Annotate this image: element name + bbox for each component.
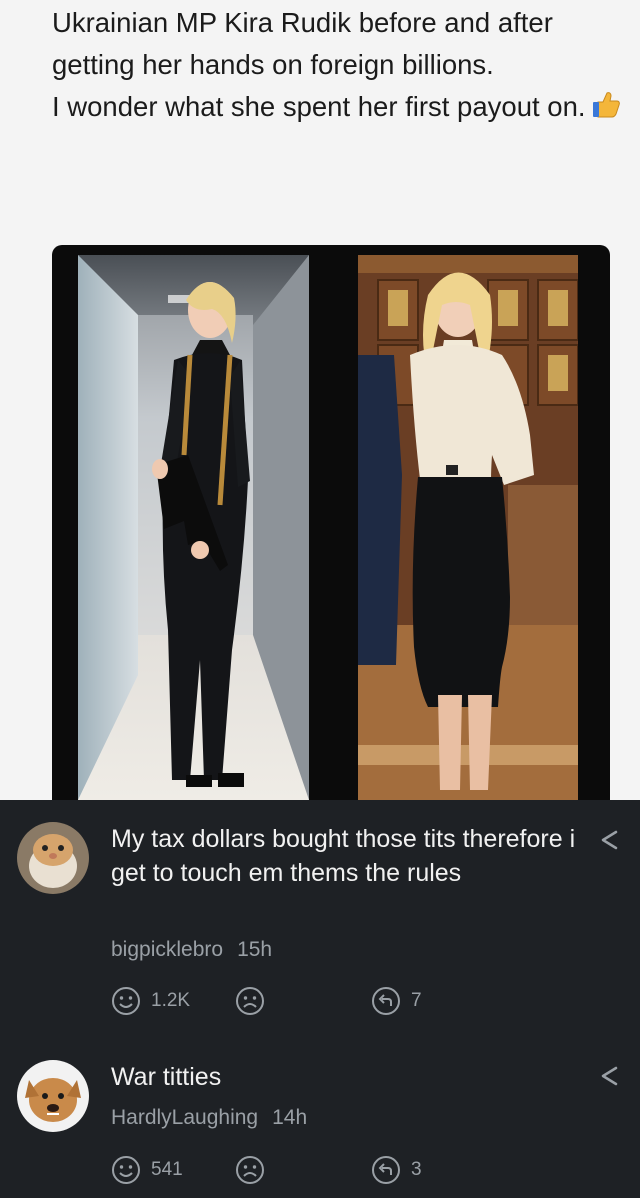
photo-after <box>358 255 578 800</box>
like-button[interactable]: 1.2K <box>111 984 190 1018</box>
reply-button[interactable]: 3 <box>371 1153 422 1187</box>
post-caption-line1: Ukrainian MP Kira Rudik before and after… <box>52 7 553 80</box>
post-caption-line2: I wonder what she spent her first payout… <box>52 91 586 122</box>
comment: War titties HardlyLaughing 14h 541 3 <box>0 1040 640 1198</box>
comment-text: War titties <box>111 1063 222 1091</box>
frown-icon <box>236 987 264 1015</box>
comment-username[interactable]: HardlyLaughing <box>111 1106 258 1129</box>
comment-meta: bigpicklebro 15h <box>111 938 272 962</box>
thumbs-up-icon <box>590 88 622 132</box>
reply-icon <box>372 1156 400 1184</box>
reply-icon <box>372 987 400 1015</box>
post: Ukrainian MP Kira Rudik before and after… <box>0 0 640 800</box>
comment-actions: 541 3 <box>111 1153 531 1187</box>
dislike-button[interactable] <box>235 984 265 1018</box>
smile-icon <box>112 1156 140 1184</box>
photo-before <box>78 255 309 800</box>
frown-icon <box>236 1156 264 1184</box>
smile-icon <box>112 987 140 1015</box>
reply-button[interactable]: 7 <box>371 984 422 1018</box>
comment-text: My tax dollars bought those tits therefo… <box>111 825 576 887</box>
comment-meta: HardlyLaughing 14h <box>111 1106 307 1130</box>
reply-count: 3 <box>411 1159 422 1180</box>
comment-age: 14h <box>272 1106 308 1129</box>
post-image[interactable] <box>52 245 610 800</box>
post-caption: Ukrainian MP Kira Rudik before and after… <box>52 2 632 132</box>
reply-count: 7 <box>411 990 422 1011</box>
comment-actions: 1.2K 7 <box>111 984 531 1018</box>
comment-username[interactable]: bigpicklebro <box>111 938 223 961</box>
avatar[interactable] <box>17 822 89 894</box>
like-count: 1.2K <box>151 990 191 1011</box>
avatar[interactable] <box>17 1060 89 1132</box>
comment: My tax dollars bought those tits therefo… <box>0 800 640 1040</box>
share-icon[interactable] <box>598 1064 622 1088</box>
dislike-button[interactable] <box>235 1153 265 1187</box>
share-icon[interactable] <box>598 828 622 852</box>
like-button[interactable]: 541 <box>111 1153 183 1187</box>
comment-age: 15h <box>237 938 273 961</box>
like-count: 541 <box>151 1159 183 1180</box>
